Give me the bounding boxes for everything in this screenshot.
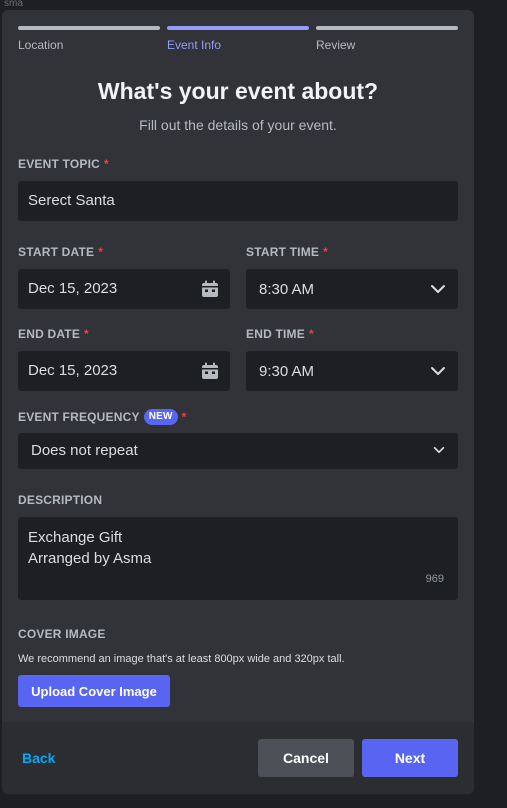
field-label-text: START TIME bbox=[246, 245, 320, 259]
new-badge: NEW bbox=[143, 409, 178, 425]
required-marker: * bbox=[104, 157, 109, 171]
required-marker: * bbox=[323, 245, 328, 259]
required-marker: * bbox=[84, 327, 89, 341]
field-label-text: EVENT TOPIC bbox=[18, 157, 100, 171]
calendar-icon[interactable] bbox=[200, 279, 220, 299]
chevron-down-icon[interactable] bbox=[430, 281, 446, 297]
end-time-select[interactable]: 9:30 AM bbox=[246, 351, 458, 391]
modal-footer: Back Cancel Next bbox=[2, 722, 474, 794]
cover-image-label: COVER IMAGE bbox=[18, 627, 106, 641]
page-subtitle: Fill out the details of your event. bbox=[139, 117, 337, 133]
start-date-value: Dec 15, 2023 bbox=[28, 280, 118, 297]
start-date-label: START DATE * bbox=[18, 245, 103, 259]
step-review[interactable]: Review bbox=[316, 26, 458, 52]
field-label-text: END TIME bbox=[246, 327, 305, 341]
step-bar bbox=[18, 26, 160, 30]
required-marker: * bbox=[181, 410, 187, 424]
chevron-down-icon[interactable] bbox=[430, 363, 446, 379]
event-frequency-label: EVENT FREQUENCY NEW * bbox=[18, 409, 187, 425]
start-time-label: START TIME * bbox=[246, 245, 328, 259]
start-date-picker[interactable]: Dec 15, 2023 bbox=[18, 269, 230, 309]
required-marker: * bbox=[308, 327, 314, 341]
field-label-text: END DATE bbox=[18, 327, 81, 341]
step-label: Location bbox=[18, 38, 64, 52]
end-time-value: 9:30 AM bbox=[259, 363, 315, 380]
cancel-button[interactable]: Cancel bbox=[258, 739, 354, 777]
end-date-value: Dec 15, 2023 bbox=[28, 362, 118, 379]
calendar-icon[interactable] bbox=[200, 361, 220, 381]
event-topic-input[interactable]: Serect Santa bbox=[18, 181, 458, 221]
start-time-value: 8:30 AM bbox=[259, 281, 315, 298]
end-date-label: END DATE * bbox=[18, 327, 89, 341]
create-event-modal: Location Event Info Review What's your e… bbox=[2, 10, 474, 794]
event-topic-value: Serect Santa bbox=[28, 192, 115, 209]
end-time-label: END TIME * bbox=[246, 327, 314, 341]
description-textarea[interactable]: Exchange Gift Arranged by Asma 969 bbox=[18, 517, 458, 600]
field-label-text: DESCRIPTION bbox=[18, 493, 103, 507]
required-marker: * bbox=[98, 245, 104, 259]
next-button[interactable]: Next bbox=[362, 739, 458, 777]
step-location[interactable]: Location bbox=[18, 26, 160, 52]
step-label: Review bbox=[316, 38, 356, 52]
description-label: DESCRIPTION bbox=[18, 493, 102, 507]
field-label-text: COVER IMAGE bbox=[18, 627, 106, 641]
character-count: 969 bbox=[425, 573, 444, 585]
start-time-select[interactable]: 8:30 AM bbox=[246, 269, 458, 309]
step-progress: Location Event Info Review bbox=[18, 26, 458, 56]
step-event-info[interactable]: Event Info bbox=[167, 26, 309, 52]
upload-cover-image-button[interactable]: Upload Cover Image bbox=[18, 675, 170, 707]
field-label-text: START DATE bbox=[18, 245, 95, 259]
description-line: Exchange Gift bbox=[28, 529, 123, 546]
event-frequency-value: Does not repeat bbox=[31, 442, 138, 459]
chevron-down-icon[interactable] bbox=[432, 443, 446, 457]
end-date-picker[interactable]: Dec 15, 2023 bbox=[18, 351, 230, 391]
step-bar bbox=[316, 26, 458, 30]
page-title: What's your event about? bbox=[97, 78, 379, 104]
field-label-text: EVENT FREQUENCY bbox=[18, 410, 140, 424]
step-label: Event Info bbox=[167, 38, 222, 52]
back-link[interactable]: Back bbox=[22, 750, 55, 766]
step-bar bbox=[167, 26, 309, 30]
description-line: Arranged by Asma bbox=[28, 550, 152, 567]
event-topic-label: EVENT TOPIC * bbox=[18, 157, 109, 171]
event-frequency-select[interactable]: Does not repeat bbox=[18, 433, 458, 469]
cover-image-hint: We recommend an image that's at least 80… bbox=[18, 653, 345, 665]
